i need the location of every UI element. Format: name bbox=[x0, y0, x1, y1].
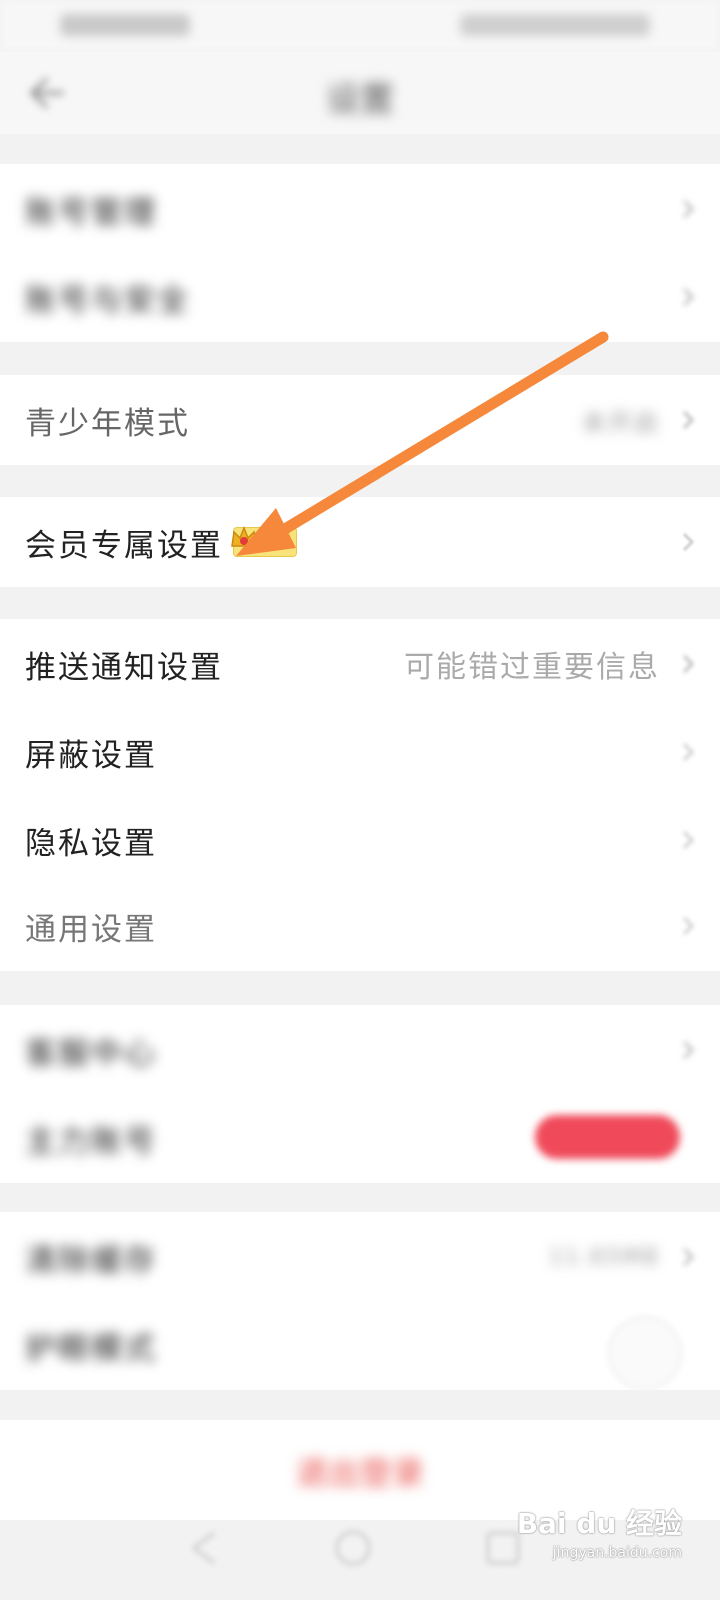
red-pill-button[interactable] bbox=[535, 1115, 680, 1159]
row-label: 通用设置 bbox=[25, 911, 157, 948]
watermark-logo: Bai du 经验 bbox=[516, 1507, 682, 1540]
settings-row-general[interactable]: 通用设置 bbox=[0, 881, 720, 971]
nav-home-icon[interactable] bbox=[330, 1525, 376, 1571]
row-label: 账号与安全 bbox=[25, 282, 190, 319]
row-label: 清除缓存 bbox=[25, 1242, 157, 1279]
settings-row-account-security[interactable]: 账号与安全 bbox=[0, 252, 720, 342]
row-value: 未开启 bbox=[582, 408, 660, 437]
service-group: 客服中心 主力账号 bbox=[0, 1005, 720, 1183]
settings-row-block[interactable]: 屏蔽设置 bbox=[0, 707, 720, 797]
status-signal-indicators bbox=[60, 14, 190, 36]
chevron-right-icon bbox=[682, 1247, 695, 1267]
chevron-right-icon bbox=[682, 410, 695, 430]
vip-badge-label: 开通 bbox=[263, 535, 290, 550]
chevron-right-icon bbox=[682, 287, 695, 307]
row-label: 客服中心 bbox=[25, 1035, 157, 1072]
row-label: 账号管理 bbox=[25, 194, 157, 231]
baidu-jingyan-watermark: Bai du 经验 jingyan.baidu.com bbox=[517, 1497, 682, 1577]
row-label: 推送通知设置 bbox=[25, 649, 223, 686]
settings-row-account-management[interactable]: 账号管理 bbox=[0, 164, 720, 254]
nav-back-icon[interactable] bbox=[182, 1525, 228, 1571]
settings-row-customer-service[interactable]: 客服中心 bbox=[0, 1005, 720, 1095]
row-label: 会员专属设置 bbox=[25, 527, 223, 564]
row-label: 隐私设置 bbox=[25, 825, 157, 862]
chevron-right-icon bbox=[682, 916, 695, 936]
row-label: 屏蔽设置 bbox=[25, 737, 157, 774]
row-label: 青少年模式 bbox=[25, 405, 190, 442]
chevron-right-icon bbox=[682, 742, 695, 762]
navigation-bar: 设置 bbox=[0, 52, 720, 134]
cache-display-group: 清除缓存 11.65MB 护眼模式 bbox=[0, 1212, 720, 1390]
settings-row-vip-settings[interactable]: 会员专属设置 开通 bbox=[0, 497, 720, 587]
watermark-url: jingyan.baidu.com bbox=[552, 1545, 682, 1561]
chevron-right-icon bbox=[682, 654, 695, 674]
vip-group: 会员专属设置 开通 bbox=[0, 497, 720, 587]
chevron-right-icon bbox=[682, 199, 695, 219]
crown-icon bbox=[231, 525, 257, 547]
vip-open-badge[interactable]: 开通 bbox=[231, 525, 297, 557]
eye-care-toggle[interactable] bbox=[608, 1316, 682, 1390]
chevron-right-icon bbox=[682, 830, 695, 850]
settings-row-eye-care[interactable]: 护眼模式 bbox=[0, 1300, 720, 1390]
page-title: 设置 bbox=[326, 80, 394, 120]
status-bar bbox=[0, 0, 720, 52]
settings-row-push-notifications[interactable]: 推送通知设置 可能错过重要信息 bbox=[0, 619, 720, 709]
row-label: 主力账号 bbox=[25, 1123, 157, 1160]
status-battery-time bbox=[460, 14, 650, 36]
logout-label: 退出登录 bbox=[295, 1454, 424, 1492]
settings-row-main-account[interactable]: 主力账号 bbox=[0, 1093, 720, 1183]
row-value: 11.65MB bbox=[548, 1244, 660, 1270]
row-value: 可能错过重要信息 bbox=[404, 650, 660, 685]
account-group: 账号管理 账号与安全 bbox=[0, 164, 720, 342]
chevron-right-icon bbox=[682, 1040, 695, 1060]
settings-row-clear-cache[interactable]: 清除缓存 11.65MB bbox=[0, 1212, 720, 1302]
notification-privacy-group: 推送通知设置 可能错过重要信息 屏蔽设置 隐私设置 通用设置 bbox=[0, 619, 720, 971]
settings-row-privacy[interactable]: 隐私设置 bbox=[0, 795, 720, 885]
youth-mode-group: 青少年模式 未开启 bbox=[0, 375, 720, 465]
row-label: 护眼模式 bbox=[25, 1330, 157, 1367]
settings-row-youth-mode[interactable]: 青少年模式 未开启 bbox=[0, 375, 720, 465]
chevron-right-icon bbox=[682, 532, 695, 552]
